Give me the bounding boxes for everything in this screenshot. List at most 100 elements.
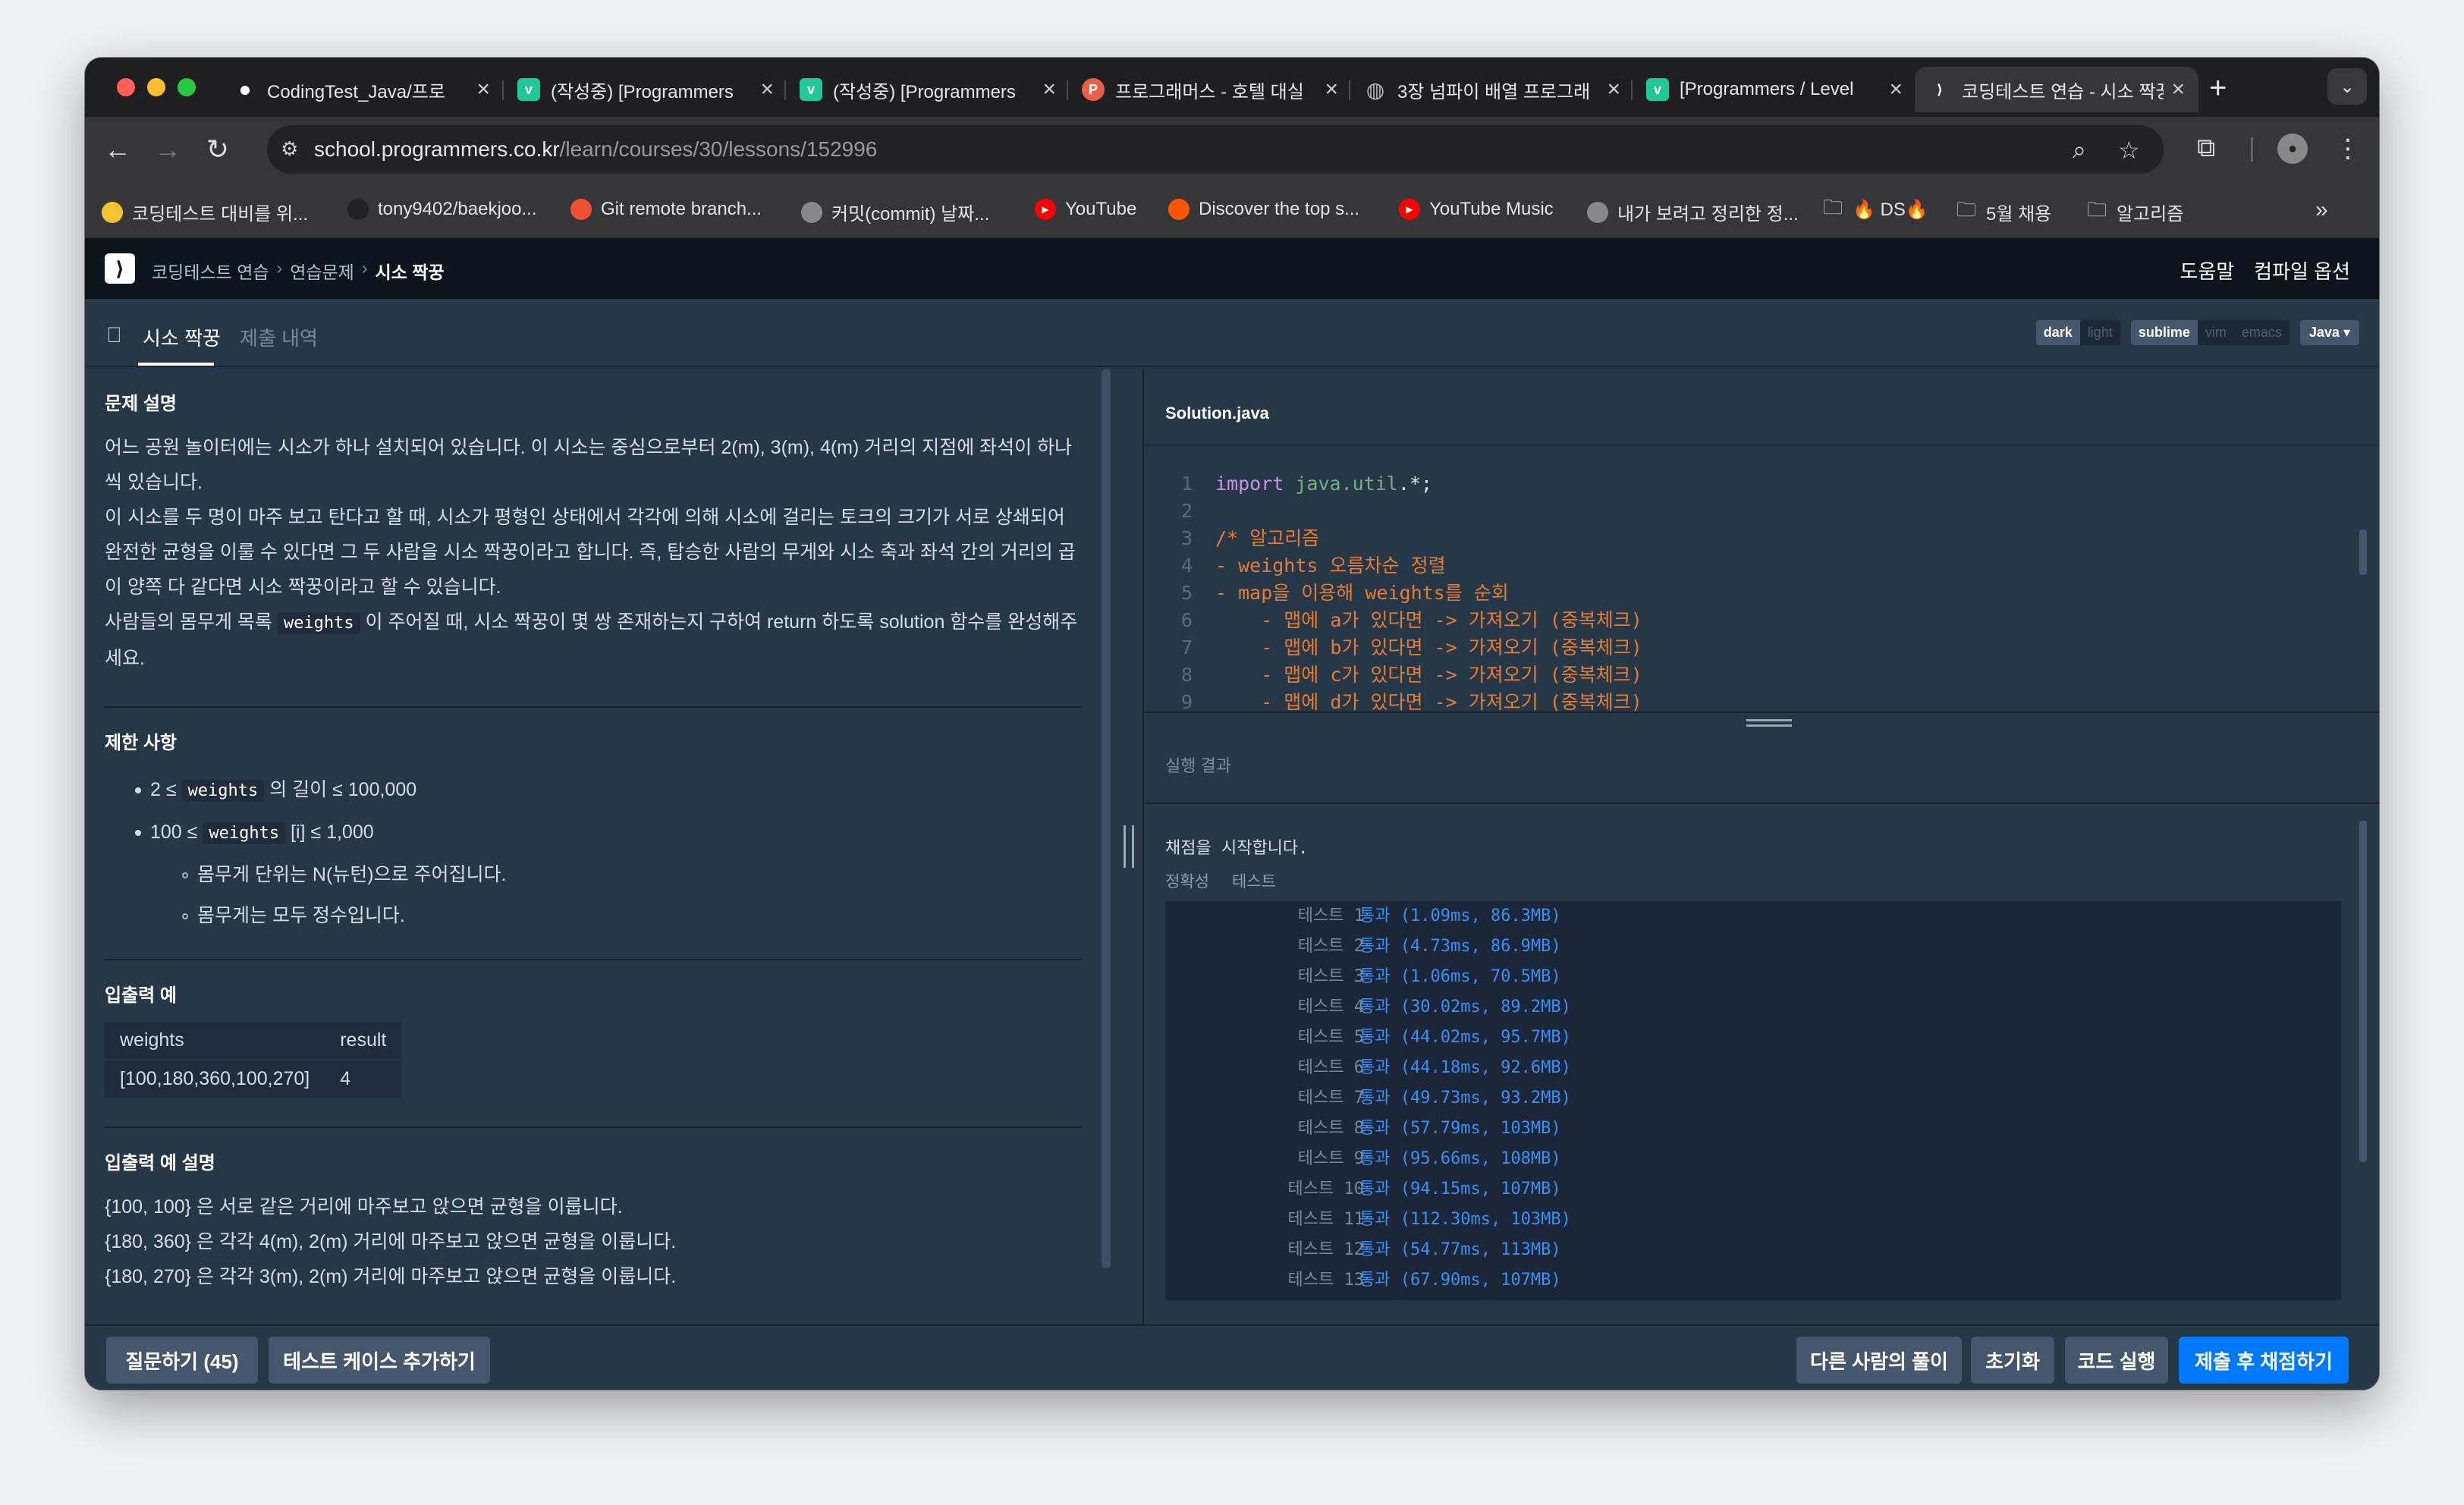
programmers-icon: P	[1082, 78, 1105, 101]
help-link[interactable]: 도움말	[2180, 256, 2234, 284]
url-text[interactable]: school.programmers.co.kr/learn/courses/3…	[314, 137, 877, 162]
theme-light-option[interactable]: light	[2080, 320, 2120, 345]
code-line[interactable]: 1 import java.util.*;	[1146, 470, 1432, 498]
editor-result-splitter[interactable]	[1146, 712, 2379, 734]
bookmark-label: YouTube Music	[1429, 199, 1554, 219]
bottom-bar: 질문하기 (45) 테스트 케이스 추가하기 다른 사람의 풀이 초기화 코드 …	[85, 1324, 2379, 1390]
bookmark-item[interactable]: tony9402/baekjoo...	[347, 199, 537, 220]
table-cell: [100,180,360,100,270]	[120, 1068, 310, 1089]
code-line[interactable]: 6 - 맵에 a가 있다면 -> 가져오기 (중복체크)	[1146, 607, 1642, 634]
browser-tab[interactable]: v (작성중) [Programmers ×	[786, 67, 1070, 112]
keymap-vim-option[interactable]: vim	[2198, 320, 2234, 345]
io-desc-line: {180, 270} 은 각각 3(m), 2(m) 거리에 마주보고 앉으면 …	[105, 1266, 677, 1287]
result-scrollbar[interactable]	[2359, 821, 2367, 1162]
language-select[interactable]: Java ▾	[2299, 320, 2359, 345]
bookmark-item[interactable]: ▶ YouTube	[1035, 199, 1136, 220]
others-solutions-button[interactable]: 다른 사람의 풀이	[1796, 1337, 1962, 1384]
git-icon	[570, 199, 592, 220]
more-menu-icon[interactable]: ⋮	[2335, 134, 2361, 164]
bookmark-item[interactable]: 코딩테스트 대비를 위...	[102, 199, 308, 225]
close-icon[interactable]: ×	[1889, 77, 1903, 102]
close-icon[interactable]: ×	[476, 77, 490, 102]
compile-options-link[interactable]: 컴파일 옵션	[2254, 256, 2350, 284]
tab-separator	[1631, 80, 1633, 100]
bookmark-item[interactable]: 🗀 알고리즘	[2086, 198, 2183, 225]
description-paragraph: 이 시소를 두 명이 마주 보고 탄다고 할 때, 시소가 평형인 상태에서 각…	[105, 507, 1076, 598]
breadcrumb: 코딩테스트 연습 › 연습문제 › 시소 짝꿍	[152, 258, 445, 284]
bookmark-item[interactable]: Discover the top s...	[1168, 199, 1359, 220]
code-line[interactable]: 4 - weights 오름차순 정렬	[1146, 552, 1446, 580]
inline-code: weights	[277, 612, 360, 634]
forward-button[interactable]: →	[149, 130, 187, 168]
reset-button[interactable]: 초기화	[1971, 1337, 2054, 1384]
close-icon[interactable]: ×	[760, 77, 774, 102]
line-number: 3	[1180, 527, 1193, 549]
browser-tab[interactable]: v (작성중) [Programmers ×	[504, 67, 787, 112]
table-header: weights	[105, 1022, 325, 1060]
bookmark-item[interactable]: 🗀 5월 채용	[1956, 198, 2051, 225]
bookmark-icon[interactable]: ⎕	[108, 323, 121, 348]
code-line[interactable]: 9 - 맵에 d가 있다면 -> 가져오기 (중복체크)	[1146, 689, 1642, 712]
bookmark-item[interactable]: Git remote branch...	[570, 199, 762, 220]
close-window-button[interactable]	[117, 78, 135, 96]
bookmark-item[interactable]: 커밋(commit) 날짜...	[801, 199, 989, 225]
bookmark-item[interactable]: ▶ YouTube Music	[1399, 199, 1554, 220]
browser-tab[interactable]: ◍ 3장 넘파이 배열 프로그래 ×	[1350, 67, 1634, 112]
code-token: import	[1215, 473, 1296, 495]
limit-text: 2 ≤	[150, 779, 177, 800]
keymap-sublime-option[interactable]: sublime	[2130, 320, 2198, 345]
browser-tab[interactable]: ● CodingTest_Java/프로 ×	[220, 67, 504, 112]
problem-scrollbar[interactable]	[1102, 369, 1111, 1268]
code-line[interactable]: 2	[1146, 498, 1215, 525]
theme-toggle: dark light	[2035, 320, 2120, 345]
keymap-emacs-option[interactable]: emacs	[2234, 320, 2290, 345]
code-line[interactable]: 7 - 맵에 b가 있다면 -> 가져오기 (중복체크)	[1146, 634, 1642, 661]
run-code-button[interactable]: 코드 실행	[2065, 1337, 2168, 1384]
limits-title: 제한 사항	[105, 733, 177, 753]
browser-tab[interactable]: P 프로그래머스 - 호텔 대실 ×	[1068, 67, 1352, 112]
back-button[interactable]: ←	[99, 130, 137, 168]
close-icon[interactable]: ×	[2171, 77, 2185, 102]
code-line[interactable]: 3 /* 알고리즘	[1146, 525, 1319, 552]
more-bookmarks-icon[interactable]: »	[2315, 197, 2328, 223]
address-bar[interactable]: ⚙ school.programmers.co.kr/learn/courses…	[267, 125, 2164, 174]
minimize-window-button[interactable]	[147, 78, 165, 96]
code-line[interactable]: 5 - map을 이용해 weights를 순회	[1146, 580, 1509, 607]
browser-tab[interactable]: ⟩ 코딩테스트 연습 - 시소 짝꿍 ×	[1915, 67, 2198, 112]
programmers-logo-icon[interactable]: ⟩	[105, 253, 135, 284]
maximize-window-button[interactable]	[178, 78, 196, 96]
breadcrumb-item-practice[interactable]: 코딩테스트 연습	[152, 258, 269, 284]
code-editor[interactable]: 1 import java.util.*; 2 3 /* 알고리즘 4 - weights …	[1146, 445, 2379, 712]
zoom-icon[interactable]: ⌕	[2073, 136, 2086, 165]
profile-avatar[interactable]: ●	[2277, 134, 2308, 164]
splitter-handle-icon[interactable]	[1124, 825, 1134, 868]
limit-text: 100 ≤	[150, 822, 198, 843]
browser-tab[interactable]: v [Programmers / Level ×	[1633, 67, 1916, 112]
tab-submissions[interactable]: 제출 내역	[240, 323, 318, 351]
splitter-grip-icon[interactable]	[1746, 719, 1792, 727]
description-paragraph: 사람들의 몸무게 목록 weights 이 주어질 때, 시소 짝꿍이 몇 쌍 …	[105, 605, 1082, 676]
add-test-case-button[interactable]: 테스트 케이스 추가하기	[269, 1337, 490, 1384]
line-number: 5	[1180, 582, 1193, 604]
close-icon[interactable]: ×	[1325, 77, 1338, 102]
bookmark-item[interactable]: 🗀 🔥 DS🔥	[1822, 196, 1928, 221]
reload-button[interactable]: ↻	[199, 130, 237, 168]
tab-problem[interactable]: 시소 짝꿍	[143, 323, 221, 351]
submit-button[interactable]: 제출 후 채점하기	[2179, 1337, 2349, 1384]
new-tab-button[interactable]: +	[2209, 71, 2227, 105]
close-icon[interactable]: ×	[1042, 77, 1056, 102]
theme-dark-option[interactable]: dark	[2035, 320, 2080, 345]
site-settings-icon[interactable]: ⚙	[281, 137, 305, 162]
bookmark-item[interactable]: 내가 보려고 정리한 정...	[1587, 199, 1799, 225]
star-icon[interactable]: ☆	[2118, 136, 2140, 165]
breadcrumb-item-exercises[interactable]: 연습문제	[290, 258, 354, 284]
code-line[interactable]: 8 - 맵에 c가 있다면 -> 가져오기 (중복체크)	[1146, 661, 1642, 689]
extensions-icon[interactable]: ⧉	[2197, 134, 2215, 163]
editor-scrollbar[interactable]	[2359, 529, 2367, 575]
tab-search-button[interactable]: ⌄	[2327, 68, 2367, 105]
close-icon[interactable]: ×	[1607, 77, 1620, 102]
ask-question-button[interactable]: 질문하기 (45)	[106, 1337, 258, 1384]
limit-subitem: 몸무게 단위는 N(뉴턴)으로 주어집니다.	[135, 854, 1082, 895]
test-result: 통과 (95.66ms, 108MB)	[1359, 1149, 1561, 1168]
accuracy-label: 정확성	[1165, 873, 1209, 891]
